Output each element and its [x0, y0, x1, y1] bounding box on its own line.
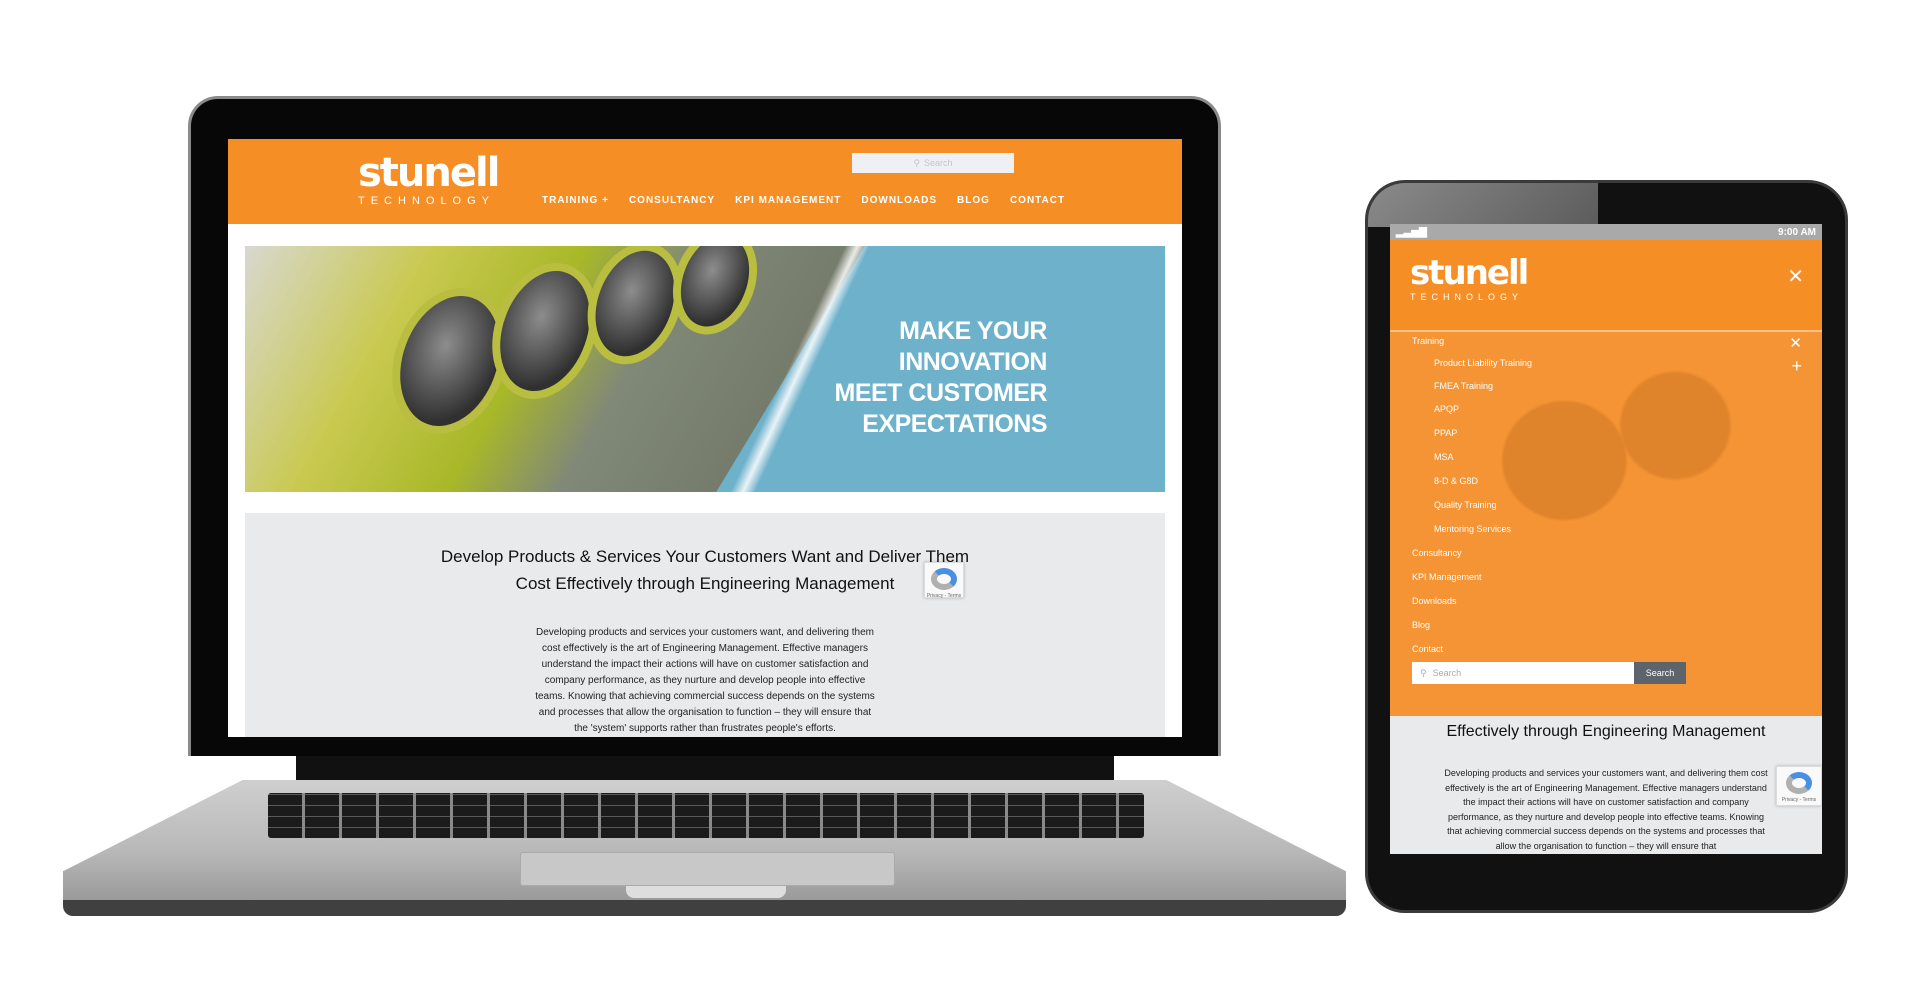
nav-consultancy[interactable]: CONSULTANCY — [629, 195, 715, 206]
main-nav: TRAINING + CONSULTANCY KPI MANAGEMENT DO… — [542, 195, 1065, 206]
search-input[interactable]: ⚲ Search — [852, 153, 1014, 173]
hero-banner: MAKE YOUR INNOVATION MEET CUSTOMER EXPEC… — [245, 246, 1165, 492]
recaptcha-badge[interactable]: Privacy - Terms — [924, 562, 964, 599]
menu-item-quality-training[interactable]: Quality Training — [1434, 500, 1497, 510]
search-button[interactable]: Search — [1634, 662, 1686, 684]
tablet-search-input[interactable]: ⚲ Search — [1412, 662, 1634, 684]
menu-item-downloads[interactable]: Downloads — [1412, 596, 1457, 606]
collapse-icon[interactable]: ✕ — [1789, 334, 1802, 352]
logo[interactable]: stunell TECHNOLOGY — [358, 150, 500, 207]
expand-plus-icon[interactable]: + — [1791, 356, 1802, 377]
menu-item-consultancy[interactable]: Consultancy — [1412, 548, 1462, 558]
menu-item-kpi-management[interactable]: KPI Management — [1412, 572, 1482, 582]
laptop-base-edge — [63, 900, 1346, 916]
menu-item-msa[interactable]: MSA — [1434, 452, 1454, 462]
laptop-screen: stunell TECHNOLOGY ⚲ Search TRAINING + C… — [228, 139, 1182, 737]
intro-heading: Develop Products & Services Your Custome… — [440, 547, 970, 593]
search-icon: ⚲ — [913, 157, 921, 168]
menu-item-training[interactable]: Training — [1412, 336, 1444, 346]
status-time: 9:00 AM — [1778, 226, 1816, 238]
menu-item-apqp[interactable]: APQP — [1434, 404, 1459, 414]
menu-item-8d-g8d[interactable]: 8-D & G8D — [1434, 476, 1478, 486]
search-placeholder: Search — [924, 158, 953, 168]
menu-item-contact[interactable]: Contact — [1412, 644, 1443, 654]
nav-contact[interactable]: CONTACT — [1010, 195, 1065, 206]
search-icon: ⚲ — [1420, 667, 1427, 678]
close-icon[interactable]: ✕ — [1787, 264, 1804, 289]
intro-body: Developing products and services your cu… — [535, 627, 875, 734]
nav-kpi-management[interactable]: KPI MANAGEMENT — [735, 195, 841, 206]
laptop-keyboard — [268, 793, 1144, 838]
mobile-menu: stunell TECHNOLOGY ✕ Training ✕ + Produc… — [1390, 240, 1822, 716]
tablet-intro-section: Effectively through Engineering Manageme… — [1390, 716, 1822, 853]
logo-wordmark: stunell — [1410, 253, 1529, 293]
menu-item-blog[interactable]: Blog — [1412, 620, 1430, 630]
nav-training[interactable]: TRAINING + — [542, 195, 609, 206]
nav-downloads[interactable]: DOWNLOADS — [861, 195, 937, 206]
site-header: stunell TECHNOLOGY ⚲ Search TRAINING + C… — [228, 139, 1182, 224]
signal-bars-icon: ▂▃▅▇ — [1396, 226, 1427, 238]
logo-tagline: TECHNOLOGY — [1410, 292, 1524, 302]
status-bar: ▂▃▅▇ 9:00 AM — [1390, 224, 1822, 240]
menu-item-fmea-training[interactable]: FMEA Training — [1434, 381, 1493, 391]
search-placeholder: Search — [1432, 668, 1462, 678]
tablet-logo[interactable]: stunell TECHNOLOGY — [1410, 253, 1529, 302]
recaptcha-badge[interactable]: Privacy - Terms — [1776, 766, 1822, 806]
recaptcha-icon — [1786, 772, 1812, 794]
menu-item-mentoring-services[interactable]: Mentoring Services — [1434, 524, 1511, 534]
tablet-intro-heading: Effectively through Engineering Manageme… — [1446, 723, 1766, 740]
laptop-lid-notch — [626, 886, 786, 898]
tablet-screen: ▂▃▅▇ 9:00 AM Effectively through Enginee… — [1390, 224, 1822, 854]
logo-tagline: TECHNOLOGY — [358, 195, 496, 207]
laptop-trackpad — [520, 852, 895, 886]
tablet-intro-body: Developing products and services your cu… — [1444, 768, 1768, 851]
tablet-gloss — [1368, 183, 1598, 227]
menu-item-product-liability-training[interactable]: Product Liability Training — [1434, 358, 1532, 368]
menu-item-ppap[interactable]: PPAP — [1434, 428, 1457, 438]
laptop-hinge — [296, 756, 1114, 782]
recaptcha-icon — [931, 568, 957, 590]
menu-list: Training ✕ + Product Liability Training … — [1390, 332, 1822, 716]
intro-section: Develop Products & Services Your Custome… — [245, 513, 1165, 737]
nav-blog[interactable]: BLOG — [957, 195, 990, 206]
logo-wordmark: stunell — [358, 150, 500, 196]
hero-headline: MAKE YOUR INNOVATION MEET CUSTOMER EXPEC… — [834, 317, 1048, 438]
